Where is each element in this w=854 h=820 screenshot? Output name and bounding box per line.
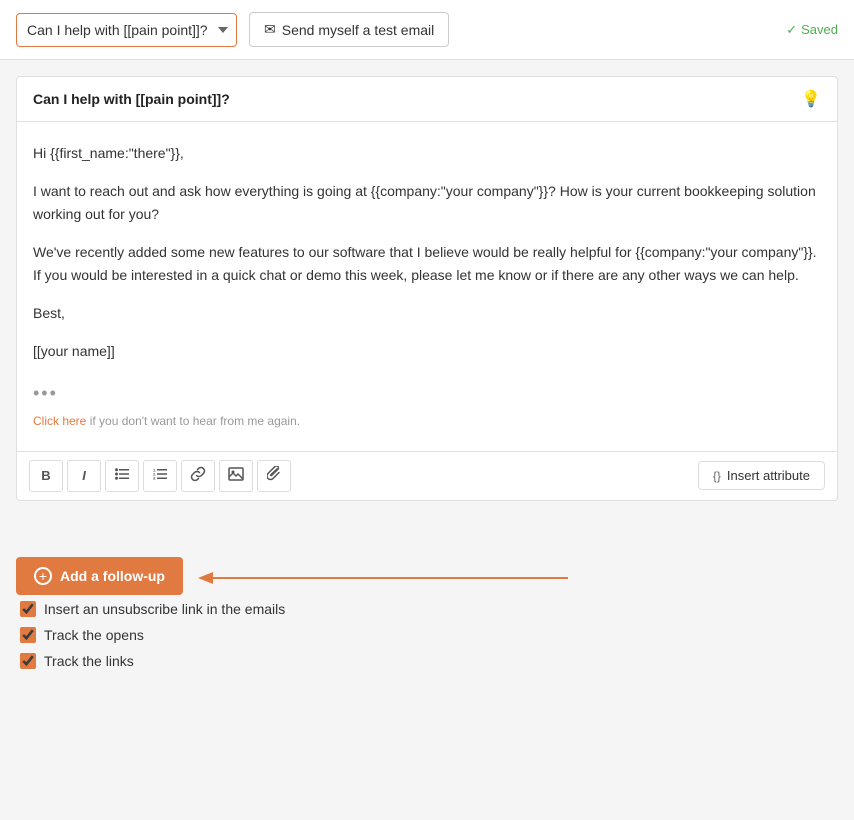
link-button[interactable] xyxy=(181,460,215,492)
top-bar: Can I help with [[pain point]]? ✉ Send m… xyxy=(0,0,854,60)
numbered-list-icon: 1.2.3. xyxy=(153,468,167,483)
image-button[interactable] xyxy=(219,460,253,492)
insert-attribute-button[interactable]: {} Insert attribute xyxy=(698,461,825,490)
plus-circle-icon: + xyxy=(34,567,52,585)
insert-attribute-label: Insert attribute xyxy=(727,468,810,483)
add-followup-button[interactable]: + Add a follow-up xyxy=(16,557,183,595)
unsubscribe-link[interactable]: Click here xyxy=(33,414,86,428)
italic-label: I xyxy=(82,468,86,483)
checkmark-icon: ✓ xyxy=(786,22,797,38)
email-name: [[your name]] xyxy=(33,340,821,362)
email-signature: Best, [[your name]] xyxy=(33,302,821,363)
email-dots: ••• xyxy=(33,379,821,408)
checkbox-track-links[interactable]: Track the links xyxy=(20,653,285,669)
bold-label: B xyxy=(41,468,50,483)
email-best: Best, xyxy=(33,302,821,324)
email-card: Can I help with [[pain point]]? 💡 Hi {{f… xyxy=(16,76,838,501)
checkbox-unsubscribe-input[interactable] xyxy=(20,601,36,617)
italic-button[interactable]: I xyxy=(67,460,101,492)
checkbox-track-links-label: Track the links xyxy=(44,653,134,669)
checkbox-track-links-input[interactable] xyxy=(20,653,36,669)
email-body[interactable]: Hi {{first_name:"there"}}, I want to rea… xyxy=(17,122,837,451)
unsubscribe-text: if you don't want to hear from me again. xyxy=(90,414,300,428)
numbered-list-button[interactable]: 1.2.3. xyxy=(143,460,177,492)
saved-status: ✓ Saved xyxy=(786,22,838,38)
image-icon xyxy=(228,467,244,484)
lightbulb-icon[interactable]: 💡 xyxy=(801,89,821,109)
braces-icon: {} xyxy=(713,469,721,483)
bottom-section: + Add a follow-up Insert an unsubscribe … xyxy=(0,517,854,685)
add-followup-label: Add a follow-up xyxy=(60,568,165,584)
email-line-1: Hi {{first_name:"there"}}, xyxy=(33,142,821,164)
test-email-button[interactable]: ✉ Send myself a test email xyxy=(249,12,449,47)
bullet-list-button[interactable] xyxy=(105,460,139,492)
link-icon xyxy=(190,466,206,485)
attach-button[interactable] xyxy=(257,460,291,492)
checkbox-unsubscribe[interactable]: Insert an unsubscribe link in the emails xyxy=(20,601,285,617)
checkbox-track-opens[interactable]: Track the opens xyxy=(20,627,285,643)
bold-button[interactable]: B xyxy=(29,460,63,492)
envelope-icon: ✉ xyxy=(264,21,276,38)
test-email-label: Send myself a test email xyxy=(282,22,435,38)
paperclip-icon xyxy=(267,466,281,485)
checkbox-unsubscribe-label: Insert an unsubscribe link in the emails xyxy=(44,601,285,617)
checkbox-track-opens-input[interactable] xyxy=(20,627,36,643)
editor-toolbar: B I 1.2.3. xyxy=(17,451,837,500)
email-subject-title: Can I help with [[pain point]]? xyxy=(33,91,230,107)
email-line-3: We've recently added some new features t… xyxy=(33,241,821,286)
unsubscribe-line: Click here if you don't want to hear fro… xyxy=(33,412,821,431)
checkbox-group: Insert an unsubscribe link in the emails… xyxy=(16,601,289,669)
checkbox-track-opens-label: Track the opens xyxy=(44,627,144,643)
template-select[interactable]: Can I help with [[pain point]]? xyxy=(16,13,237,47)
email-card-header: Can I help with [[pain point]]? 💡 xyxy=(17,77,837,122)
svg-text:3.: 3. xyxy=(153,476,156,481)
email-line-2: I want to reach out and ask how everythi… xyxy=(33,180,821,225)
bullet-list-icon xyxy=(115,468,129,483)
saved-label: Saved xyxy=(801,22,838,37)
